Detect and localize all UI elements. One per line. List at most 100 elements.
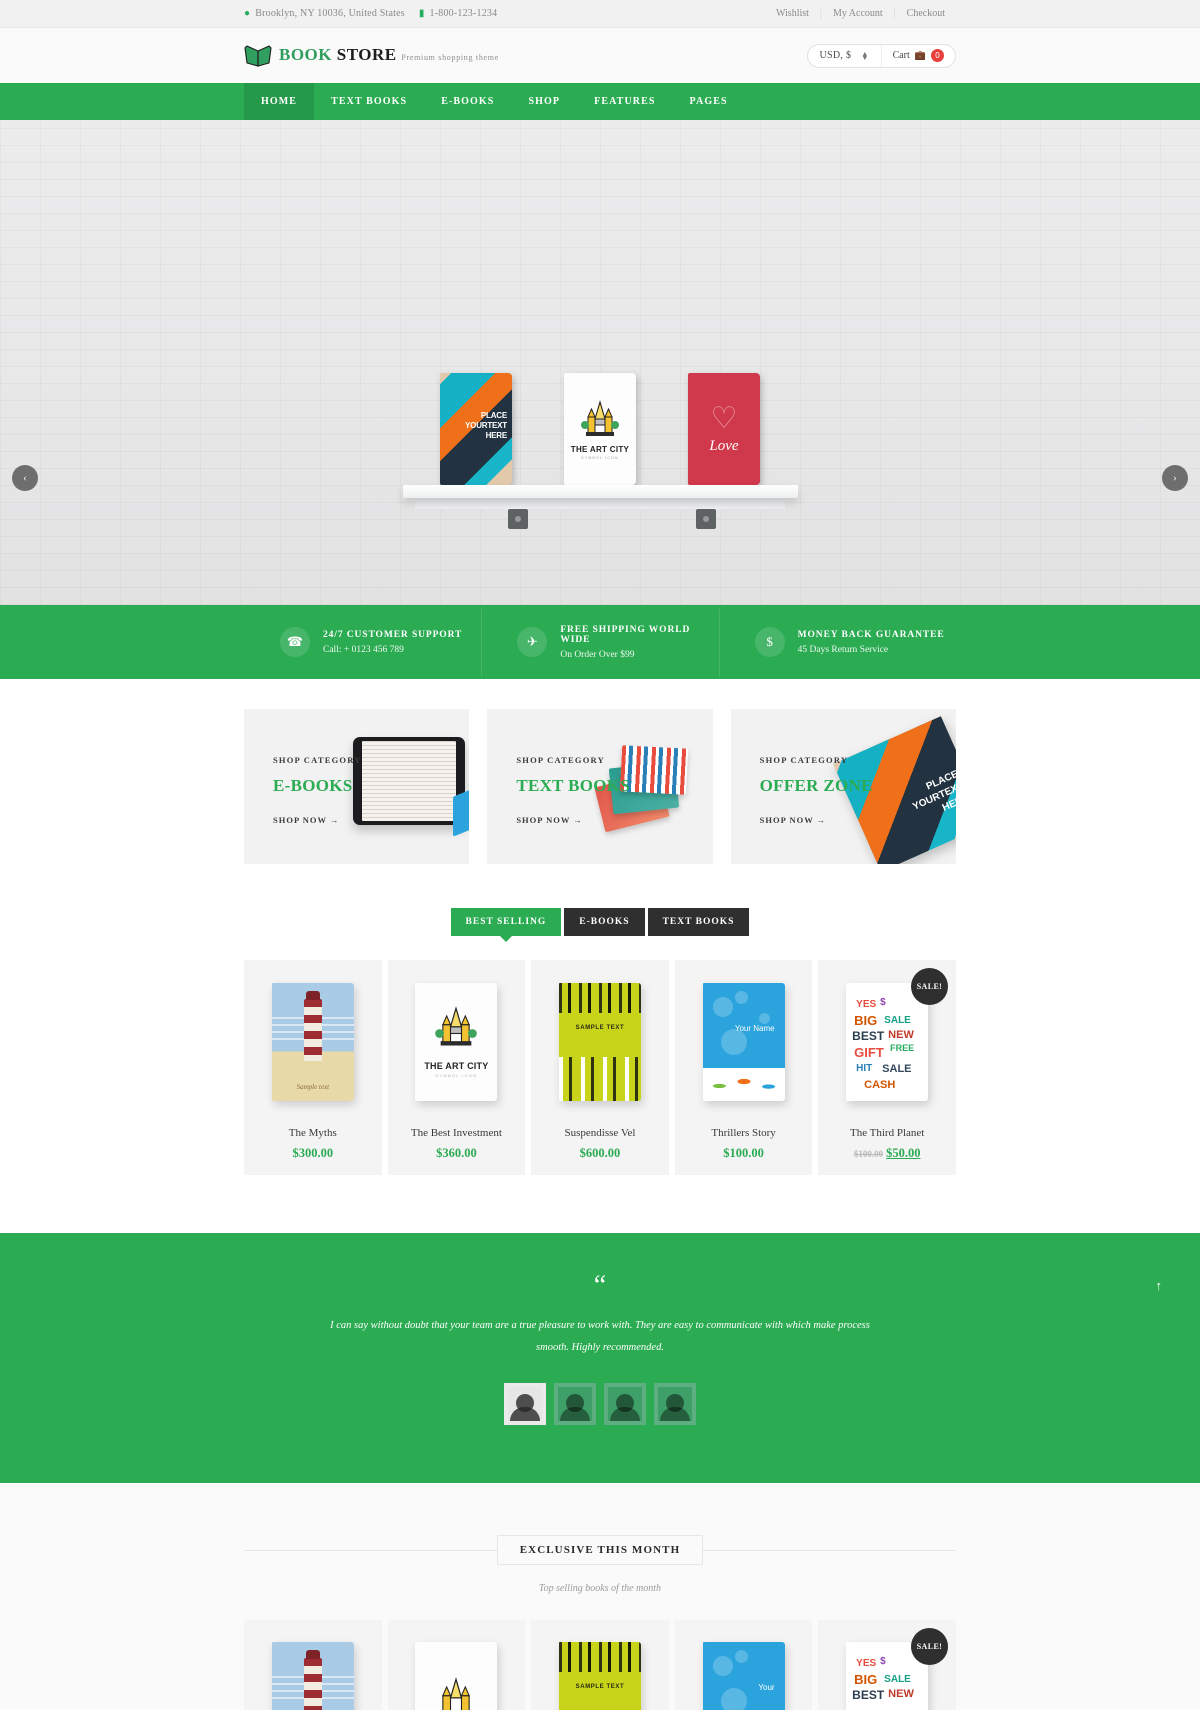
product-image[interactable]: Your [675, 1620, 813, 1710]
product-image[interactable]: SAMPLE TEXT [531, 960, 669, 1123]
hero-book-love[interactable]: ♡ Love [688, 373, 760, 485]
shelf-bracket [695, 509, 716, 529]
fountain-pen-icon [433, 1005, 479, 1056]
category-card-ebooks[interactable]: SHOP CATEGORY E-BOOKS SHOP NOW → [244, 709, 470, 864]
hero-shelf-scene: PLACE YOURTEXT HERE THE ART CITY SYMBOL … [0, 370, 1200, 529]
product-card[interactable]: Sample text The Myths $300.00 [244, 960, 382, 1175]
fountain-pen-icon [433, 1676, 479, 1710]
product-title[interactable]: The Best Investment [388, 1127, 526, 1139]
avatar-2[interactable] [554, 1383, 596, 1426]
product-title[interactable]: Thrillers Story [675, 1127, 813, 1139]
category-card-text-books[interactable]: SHOP CATEGORY TEXT BOOKS SHOP NOW → [487, 709, 713, 864]
category-shop-now-link[interactable]: SHOP NOW → [273, 815, 469, 825]
book-cover-lighthouse: Sample text [271, 982, 354, 1101]
header-actions: USD, $ ▲ ▼ Cart 💼 0 [806, 43, 956, 68]
my-account-link[interactable]: My Account [822, 8, 894, 19]
service-title: MONEY BACK GUARANTEE [797, 629, 945, 640]
product-image[interactable]: SAMPLE TEXT [531, 1620, 669, 1710]
product-card[interactable]: SALE! YES $ BIG SALE BEST NEW [818, 1620, 956, 1710]
book-cover-art-city: THE ART CITY SYMBOL ICON [415, 982, 498, 1101]
product-image[interactable] [388, 1620, 526, 1710]
nav-item-e-books[interactable]: E-BOOKS [424, 83, 511, 120]
product-card[interactable]: Your [674, 1620, 813, 1710]
location-pin-icon: ● [244, 7, 251, 19]
product-title[interactable]: The Myths [244, 1127, 382, 1139]
scroll-to-top-icon[interactable]: ↑ [1156, 1278, 1163, 1294]
product-card[interactable]: SAMPLE TEXT [531, 1620, 669, 1710]
book-cover-lighthouse [271, 1642, 354, 1710]
product-card[interactable] [387, 1620, 526, 1710]
product-image[interactable]: Your Name [675, 960, 813, 1123]
price-value: $100.00 [723, 1146, 764, 1160]
tab-text-books[interactable]: TEXT BOOKS [647, 908, 750, 936]
phone-item: ▮ 1-800-123-1234 [419, 8, 498, 19]
product-card[interactable]: SALE! YES $ BIG SALE BEST NEW GIFT FREE … [818, 960, 956, 1175]
airplane-icon: ✈ [517, 627, 548, 657]
category-kicker: SHOP CATEGORY [273, 755, 362, 765]
category-shop-now-link[interactable]: SHOP NOW → [516, 815, 712, 825]
book-cover-gift-typography: YES $ BIG SALE BEST NEW GIFT FREE HIT SA… [846, 982, 929, 1101]
avatar-1[interactable] [504, 1383, 546, 1426]
tab-best-selling[interactable]: BEST SELLING [450, 908, 562, 942]
currency-selector[interactable]: USD, $ ▲ ▼ [808, 44, 882, 67]
hero-book-1-line2: YOURTEXT [465, 421, 507, 430]
products-section: BEST SELLING E-BOOKS TEXT BOOKS Sample t… [0, 864, 1200, 1175]
hero-book-art-city[interactable]: THE ART CITY SYMBOL ICON [564, 373, 636, 485]
nav-item-text-books[interactable]: TEXT BOOKS [314, 83, 424, 120]
nav-item-features[interactable]: FEATURES [577, 83, 672, 120]
cart-button[interactable]: Cart 💼 0 [882, 45, 955, 67]
wishlist-link[interactable]: Wishlist [765, 8, 820, 19]
tab-e-books[interactable]: E-BOOKS [564, 908, 645, 936]
top-bar-contact: ● Brooklyn, NY 10036, United States ▮ 1-… [244, 8, 497, 19]
logo-main-text: BOOK [279, 45, 333, 64]
quote-mark-icon: “ [593, 1270, 607, 1301]
cover-caption: Sample text [296, 1082, 330, 1091]
hero-book-place-your-text[interactable]: PLACE YOURTEXT HERE [440, 373, 512, 485]
cover-caption: Your Name [734, 1023, 775, 1033]
product-card[interactable]: Your Name Thrillers Story $100.00 [674, 960, 813, 1175]
price-value: $50.00 [886, 1146, 921, 1160]
product-price: $300.00 [244, 1146, 382, 1161]
checkout-link[interactable]: Checkout [896, 8, 956, 19]
product-card[interactable]: SAMPLE TEXT Suspendisse Vel $600.00 [531, 960, 669, 1175]
product-image[interactable] [244, 1620, 382, 1710]
heart-hands-icon: ♡ [710, 401, 738, 435]
avatar-3[interactable] [604, 1383, 646, 1426]
product-card[interactable]: THE ART CITY SYMBOL ICON The Best Invest… [387, 960, 526, 1175]
site-header: BOOK STORE Premium shopping theme USD, $… [0, 28, 1200, 83]
open-book-icon [244, 44, 272, 67]
nav-item-pages[interactable]: PAGES [673, 83, 745, 120]
category-shop-now-link[interactable]: SHOP NOW → [760, 815, 956, 825]
phone-text: 1-800-123-1234 [429, 8, 498, 19]
product-title[interactable]: Suspendisse Vel [531, 1127, 669, 1139]
sale-badge: SALE! [910, 968, 948, 1005]
exclusive-section: EXCLUSIVE THIS MONTH Top selling books o… [0, 1483, 1200, 1710]
product-image[interactable]: Sample text [244, 960, 382, 1123]
product-price: $600.00 [531, 1146, 669, 1161]
category-card-offer-zone[interactable]: SHOP CATEGORY OFFER ZONE SHOP NOW → PLAC… [730, 709, 956, 864]
chevron-updown-icon: ▲ ▼ [861, 49, 869, 62]
product-image[interactable]: THE ART CITY SYMBOL ICON [388, 960, 526, 1123]
nav-item-shop[interactable]: SHOP [511, 83, 577, 120]
service-money-back: $ MONEY BACK GUARANTEE 45 Days Return Se… [718, 608, 956, 676]
product-title[interactable]: The Third Planet [818, 1127, 956, 1139]
testimonial-avatars [244, 1383, 956, 1426]
service-customer-support: ☎ 24/7 CUSTOMER SUPPORT Call: + 0123 456… [244, 625, 481, 660]
price-value: $360.00 [436, 1146, 477, 1160]
currency-value: USD, $ [819, 50, 852, 61]
book-cover-blue-waves: Your [702, 1642, 785, 1710]
cover-caption: SAMPLE TEXT [575, 1684, 625, 1691]
exclusive-product-grid: SAMPLE TEXT Your SALE! YES $ BIG SALE BE… [244, 1620, 956, 1710]
site-logo[interactable]: BOOK STORE Premium shopping theme [244, 44, 499, 67]
nav-item-home[interactable]: HOME [244, 83, 315, 120]
top-bar-links: Wishlist | My Account | Checkout [765, 8, 956, 19]
dollar-icon: $ [754, 627, 785, 657]
avatar-4[interactable] [654, 1383, 696, 1426]
hero-book-1-line1: PLACE [480, 411, 507, 420]
exclusive-subtitle: Top selling books of the month [538, 1583, 662, 1595]
shelf-board [402, 485, 798, 529]
product-card[interactable] [244, 1620, 382, 1710]
exclusive-heading: EXCLUSIVE THIS MONTH [244, 1535, 956, 1566]
hero-book-3-title: Love [709, 437, 739, 454]
shelf-underside [415, 498, 785, 509]
